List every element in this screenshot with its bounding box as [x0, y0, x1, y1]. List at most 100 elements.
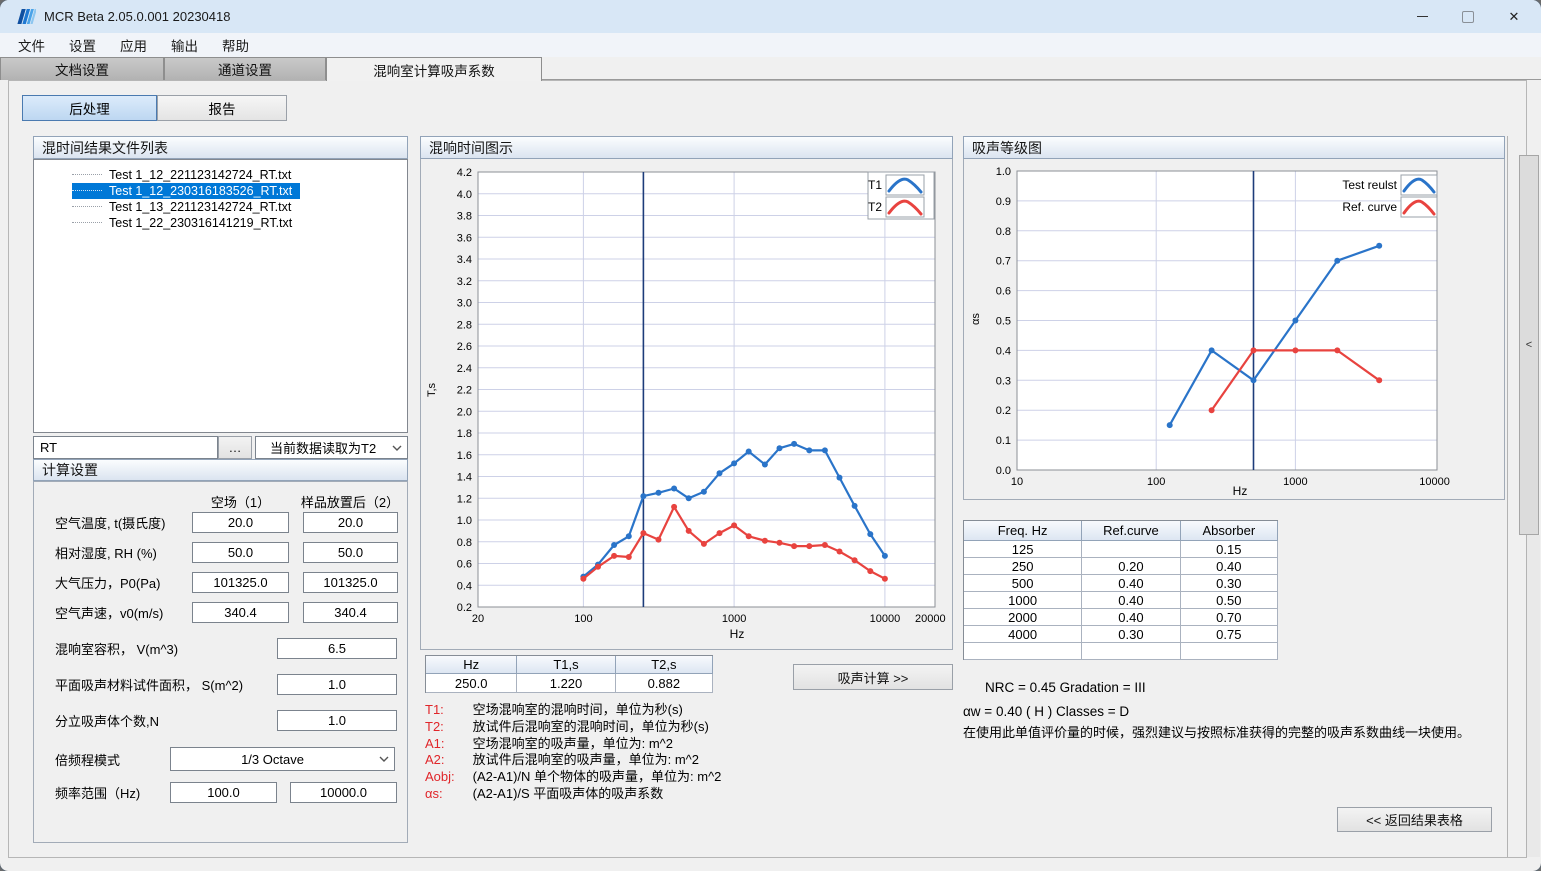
svg-text:T2: T2 [868, 200, 882, 214]
freq-max-field[interactable] [290, 782, 397, 803]
right-panel-border [1507, 136, 1508, 857]
table-row: 1250.15 [964, 541, 1278, 558]
sound-speed-field-1[interactable] [192, 602, 289, 623]
table-header-cell: T1,s [517, 656, 615, 674]
chevron-down-icon [387, 445, 407, 451]
svg-text:Test reulst: Test reulst [1342, 178, 1397, 192]
nrc-result-text: NRC = 0.45 Gradation = III [985, 680, 1146, 695]
octave-mode-label: 倍频程模式 [55, 749, 120, 770]
octave-mode-dropdown[interactable]: 1/3 Octave [170, 747, 395, 771]
definition-line-0: T1: 空场混响室的混响时间，单位为秒(s) [425, 702, 721, 719]
svg-text:2.4: 2.4 [457, 363, 472, 375]
svg-text:0.5: 0.5 [996, 316, 1011, 328]
svg-text:10: 10 [1011, 476, 1023, 488]
back-to-results-button[interactable]: << 返回结果表格 [1337, 807, 1492, 832]
svg-text:2.2: 2.2 [457, 385, 472, 397]
file-item-2[interactable]: Test 1_13_221123142724_RT.txt [34, 195, 407, 211]
pressure-field-2[interactable] [303, 572, 398, 593]
absorb-calc-button[interactable]: 吸声计算 >> [793, 664, 953, 690]
svg-text:3.2: 3.2 [457, 276, 472, 288]
table-header-cell: Hz [426, 656, 517, 674]
svg-text:1000: 1000 [1283, 476, 1307, 488]
table-cell: 1000 [964, 592, 1082, 609]
subtab-0[interactable]: 后处理 [22, 95, 157, 121]
table-cell: 0.40 [1082, 609, 1180, 626]
svg-text:3.0: 3.0 [457, 298, 472, 310]
chevron-down-icon [374, 756, 394, 762]
table-cell: 0.40 [1181, 558, 1278, 575]
browse-button[interactable]: … [218, 436, 252, 459]
svg-text:3.4: 3.4 [457, 254, 472, 266]
svg-text:2.0: 2.0 [457, 406, 472, 418]
svg-text:1.8: 1.8 [457, 428, 472, 440]
table-cell: 500 [964, 575, 1082, 592]
tab-1[interactable]: 通道设置 [164, 57, 326, 80]
collapse-arrow-icon: < [1526, 339, 1532, 351]
svg-text:0.2: 0.2 [457, 602, 472, 614]
rt-name-input[interactable] [33, 436, 218, 459]
table-cell: 2000 [964, 609, 1082, 626]
file-item-1[interactable]: Test 1_12_230316183526_RT.txt [34, 179, 407, 195]
table-row [964, 643, 1278, 660]
table-header-cell: T2,s [616, 656, 713, 674]
minimize-icon [1417, 16, 1428, 17]
humidity-field-1[interactable] [192, 542, 289, 563]
calc-panel-header: 计算设置 [33, 459, 408, 481]
abs-chart-canvas[interactable]: 0.00.10.20.30.40.50.60.70.80.91.01010010… [964, 159, 1504, 499]
pressure-field-1[interactable] [192, 572, 289, 593]
table-cell: 1.220 [517, 674, 615, 693]
temp-field-2[interactable] [303, 512, 398, 533]
absorber-count-field[interactable] [277, 710, 397, 731]
app-window: MCR Beta 2.05.0.001 20230418 ✕ 文件设置应用输出帮… [0, 0, 1541, 871]
rt-value-table: HzT1,sT2,s250.01.2200.882 [425, 655, 713, 693]
menu-item-3[interactable]: 输出 [159, 34, 210, 56]
humidity-field-2[interactable] [303, 542, 398, 563]
table-row: 10000.400.50 [964, 592, 1278, 609]
aw-result-text: αw = 0.40 ( H ) Classes = D [963, 704, 1129, 719]
subtab-1[interactable]: 报告 [157, 95, 287, 121]
menu-item-4[interactable]: 帮助 [210, 34, 261, 56]
room-volume-field[interactable] [277, 638, 397, 659]
freq-min-field[interactable] [170, 782, 277, 803]
svg-text:0.9: 0.9 [996, 196, 1011, 208]
window-title: MCR Beta 2.05.0.001 20230418 [44, 9, 230, 24]
col-header-with-sample: 样品放置后（2） [294, 492, 406, 511]
table-cell: 0.15 [1181, 541, 1278, 558]
definition-line-4: Aobj: (A2-A1)/N 单个物体的吸声量，单位为: m^2 [425, 769, 721, 786]
menu-bar: 文件设置应用输出帮助 [0, 33, 1541, 57]
rt-chart-title: 混响时间图示 [429, 138, 513, 158]
tab-2[interactable]: 混响室计算吸声系数 [326, 57, 542, 81]
svg-text:0.8: 0.8 [457, 537, 472, 549]
tree-branch-icon [72, 222, 102, 223]
svg-text:0.1: 0.1 [996, 435, 1011, 447]
svg-text:0.8: 0.8 [996, 226, 1011, 238]
minimize-button[interactable] [1399, 0, 1445, 33]
menu-item-0[interactable]: 文件 [6, 34, 57, 56]
menu-item-2[interactable]: 应用 [108, 34, 159, 56]
tab-0[interactable]: 文档设置 [0, 57, 164, 80]
table-cell: 0.70 [1181, 609, 1278, 626]
calc-row-label: 平面吸声材料试件面积， S(m^2) [55, 674, 243, 695]
file-item-0[interactable]: Test 1_12_221123142724_RT.txt [34, 163, 407, 179]
table-row: 2500.200.40 [964, 558, 1278, 575]
panel-collapse-handle[interactable]: < [1519, 155, 1539, 535]
temp-field-1[interactable] [192, 512, 289, 533]
sample-area-field[interactable] [277, 674, 397, 695]
svg-text:100: 100 [1147, 476, 1165, 488]
data-read-dropdown[interactable]: 当前数据读取为T2 [255, 436, 408, 459]
calc-row-label: 分立吸声体个数,N [55, 710, 159, 731]
svg-text:Hz: Hz [1233, 484, 1248, 498]
table-cell: 0.30 [1082, 626, 1180, 643]
definitions-text: T1: 空场混响室的混响时间，单位为秒(s)T2: 放试件后混响室的混响时间，单… [425, 702, 721, 803]
close-button[interactable]: ✕ [1491, 0, 1537, 33]
file-item-3[interactable]: Test 1_22_230316141219_RT.txt [34, 211, 407, 227]
definition-line-5: αs: (A2-A1)/S 平面吸声体的吸声系数 [425, 786, 721, 803]
menu-item-1[interactable]: 设置 [57, 34, 108, 56]
file-panel-title: 混时间结果文件列表 [42, 138, 168, 158]
svg-text:100: 100 [574, 613, 592, 625]
svg-text:20: 20 [472, 613, 484, 625]
rt-chart-canvas[interactable]: 0.20.40.60.81.01.21.41.61.82.02.22.42.62… [421, 159, 952, 649]
maximize-button[interactable] [1445, 0, 1491, 33]
sound-speed-field-2[interactable] [303, 602, 398, 623]
table-cell [964, 643, 1082, 660]
